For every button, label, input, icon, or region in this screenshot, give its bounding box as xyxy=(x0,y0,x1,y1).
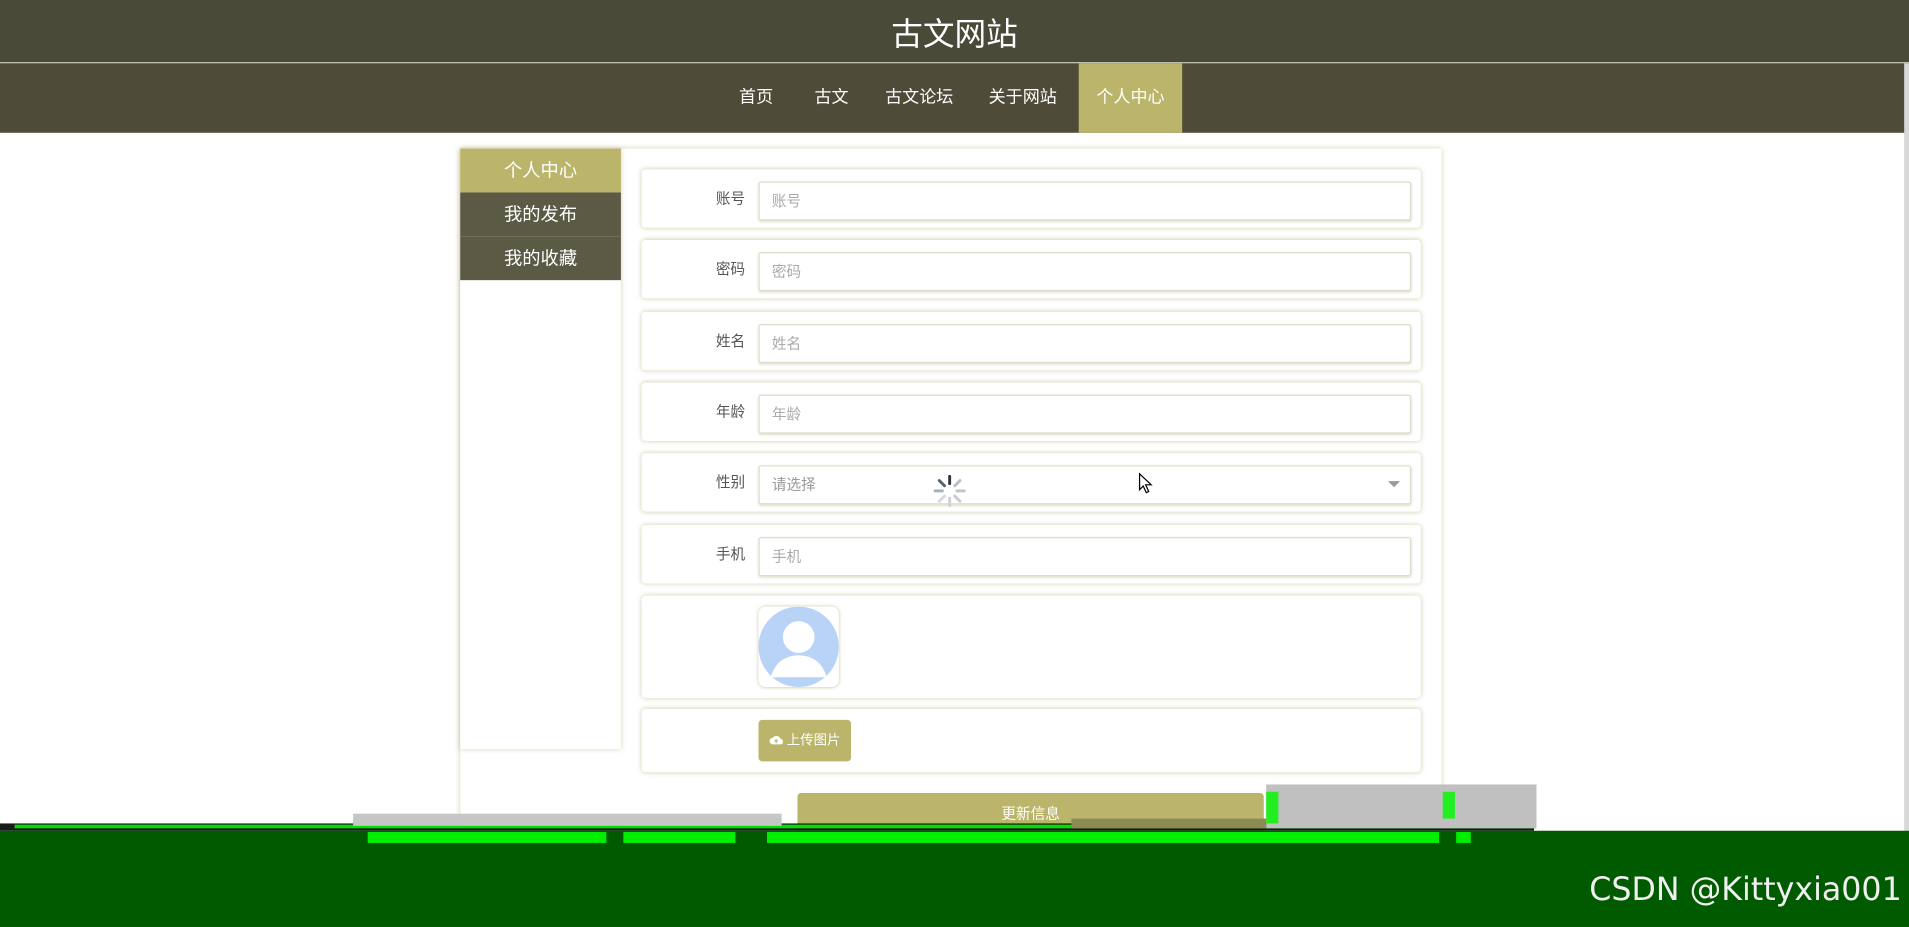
loading-spinner-icon xyxy=(933,474,966,507)
render-artifact xyxy=(1071,818,1267,829)
render-artifact xyxy=(1442,791,1455,819)
upload-image-label: 上传图片 xyxy=(786,732,841,748)
gender-select-value: 请选择 xyxy=(771,476,816,494)
gender-label: 性别 xyxy=(715,473,746,491)
profile-sidebar: 个人中心 我的发布 我的收藏 xyxy=(460,148,621,750)
watermark: CSDN @Kittyxia001 xyxy=(1589,872,1902,909)
update-info-label: 更新信息 xyxy=(1001,805,1060,823)
nav-item-forum[interactable]: 古文论坛 xyxy=(874,63,964,132)
age-input[interactable] xyxy=(758,394,1412,434)
main-nav: 首页 古文 古文论坛 关于网站 个人中心 xyxy=(0,63,1909,133)
site-title: 古文网站 xyxy=(891,17,1018,54)
password-label: 密码 xyxy=(715,260,746,278)
avatar-placeholder-icon xyxy=(758,606,839,688)
age-label: 年龄 xyxy=(715,403,746,421)
password-input[interactable] xyxy=(758,252,1412,292)
phone-label: 手机 xyxy=(715,545,746,563)
name-label: 姓名 xyxy=(715,332,746,350)
phone-row: 手机 xyxy=(641,525,1421,584)
sidebar-item-favorites[interactable]: 我的收藏 xyxy=(460,236,621,281)
upload-row: 上传图片 xyxy=(641,708,1421,773)
upload-image-button[interactable]: 上传图片 xyxy=(758,719,852,762)
cloud-upload-icon xyxy=(769,735,783,745)
avatar-row xyxy=(641,595,1421,698)
render-artifact xyxy=(1266,791,1279,824)
account-row: 账号 xyxy=(641,169,1421,228)
sidebar-item-my-posts[interactable]: 我的发布 xyxy=(460,192,621,237)
gender-select[interactable]: 请选择 xyxy=(758,465,1412,505)
render-artifact xyxy=(1456,831,1471,843)
gender-row: 性别 请选择 xyxy=(641,453,1421,512)
age-row: 年龄 xyxy=(641,382,1421,441)
nav-item-about[interactable]: 关于网站 xyxy=(976,63,1069,132)
render-artifact xyxy=(767,831,1440,843)
render-artifact xyxy=(367,831,607,843)
phone-input[interactable] xyxy=(758,537,1412,577)
site-header: 古文网站 xyxy=(0,0,1909,64)
nav-item-profile[interactable]: 个人中心 xyxy=(1078,63,1183,133)
render-artifact xyxy=(623,831,736,843)
render-artifact xyxy=(353,813,782,826)
password-row: 密码 xyxy=(641,239,1421,299)
sidebar-item-profile[interactable]: 个人中心 xyxy=(460,148,621,193)
name-row: 姓名 xyxy=(641,311,1421,371)
mouse-pointer-icon xyxy=(1138,472,1153,494)
account-label: 账号 xyxy=(715,190,746,208)
nav-item-classics[interactable]: 古文 xyxy=(799,63,865,132)
nav-item-home[interactable]: 首页 xyxy=(723,63,789,132)
name-input[interactable] xyxy=(758,324,1412,363)
scrollbar[interactable] xyxy=(1904,63,1909,831)
page-stage: 古文网站 首页 古文 古文论坛 关于网站 个人中心 个人中心 我的发布 我的收藏… xyxy=(0,0,1909,927)
render-artifact xyxy=(1266,784,1537,829)
avatar[interactable] xyxy=(758,606,839,688)
chevron-down-icon xyxy=(1387,481,1401,488)
account-input[interactable] xyxy=(758,181,1412,221)
